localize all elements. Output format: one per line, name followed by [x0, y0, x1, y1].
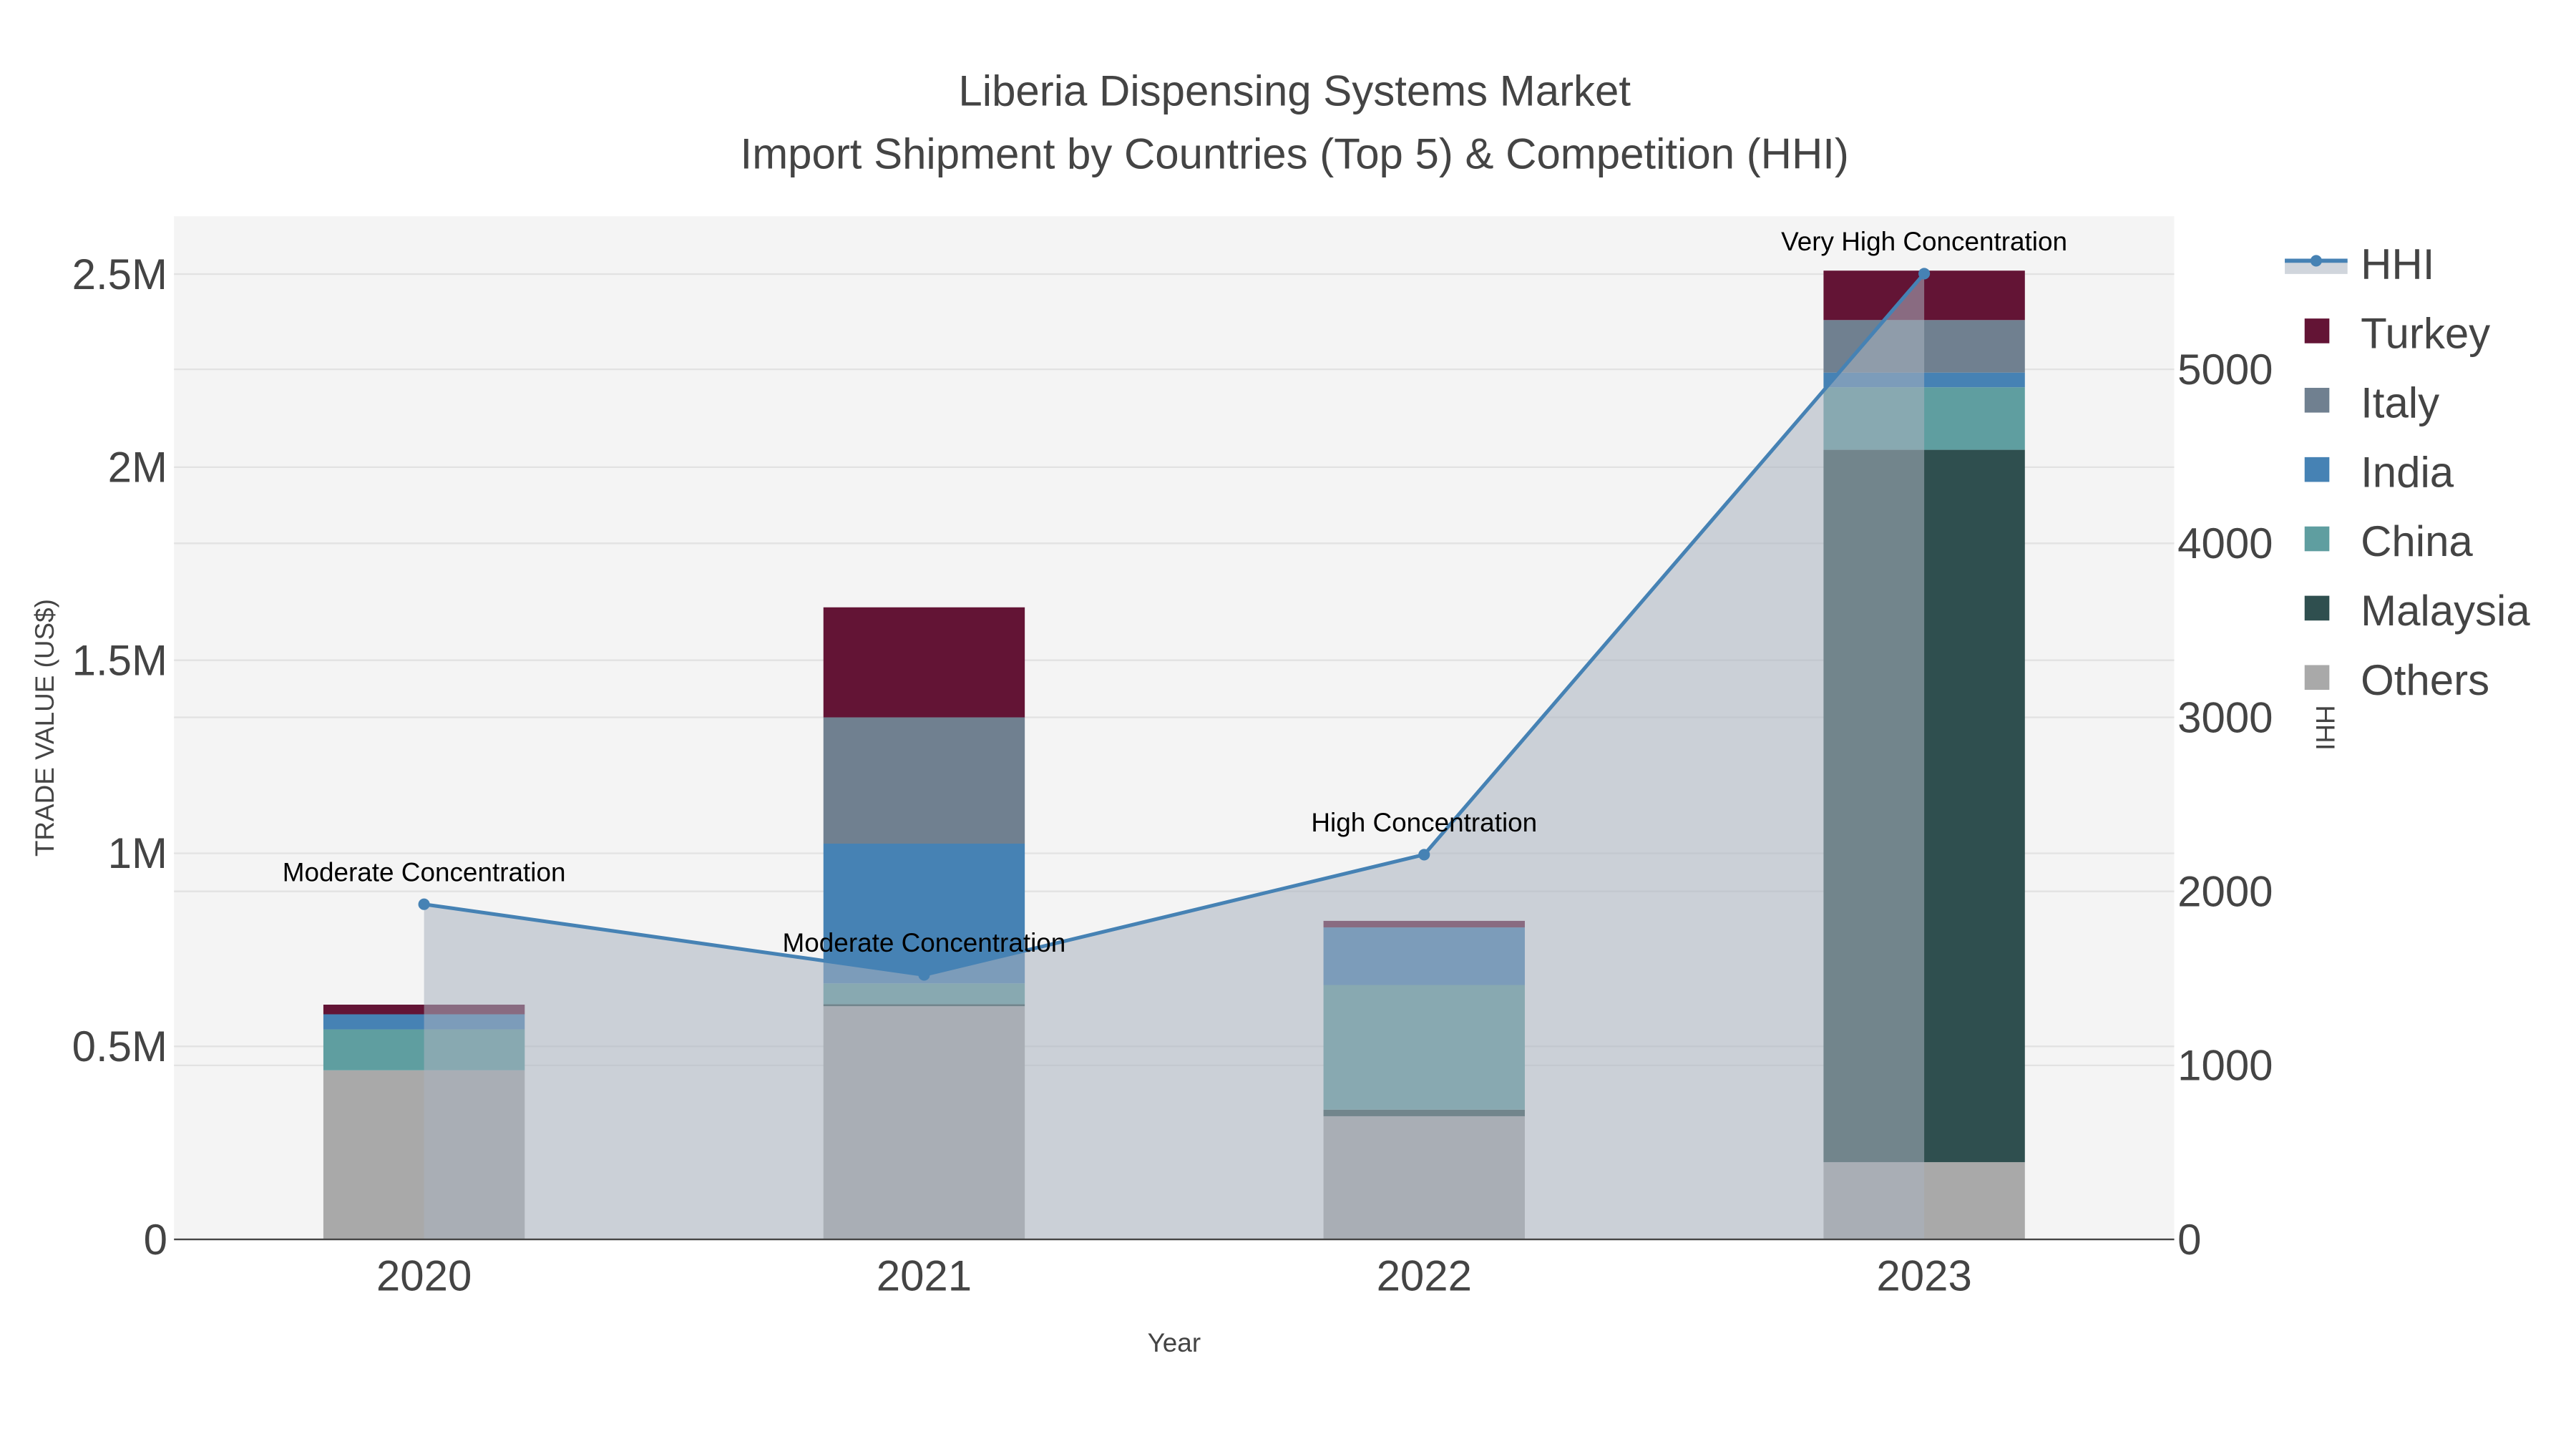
x-axis-title: Year	[1148, 1328, 1201, 1357]
y-tick-label: 0	[144, 1216, 167, 1264]
x-tick-label: 2021	[877, 1252, 972, 1300]
hhi-annotation: High Concentration	[1311, 808, 1537, 837]
hhi-annotation: Moderate Concentration	[283, 857, 566, 887]
y-tick-label: 0.5M	[72, 1023, 167, 1070]
chart-title-line1: Liberia Dispensing Systems Market	[958, 67, 1631, 115]
chart-title-line2: Import Shipment by Countries (Top 5) & C…	[741, 130, 1849, 177]
y2-tick-label: 4000	[2177, 519, 2273, 567]
chart: Moderate Concentration Moderate Concentra…	[1, 0, 2575, 1449]
legend-swatch	[2304, 526, 2330, 552]
y-axis-title: TRADE VALUE (US$)	[30, 599, 59, 857]
hhi-point-2020[interactable]	[418, 898, 430, 910]
legend-label: India	[2361, 448, 2454, 496]
legend-label: Malaysia	[2361, 587, 2530, 635]
legend-swatch	[2304, 318, 2330, 343]
legend-label: HHI	[2361, 240, 2434, 288]
y-tick-label: 2M	[108, 444, 167, 492]
legend-label: China	[2361, 517, 2473, 565]
hhi-annotation: Very High Concentration	[1781, 227, 2067, 256]
legend-label: Italy	[2361, 379, 2439, 427]
y2-tick-label: 5000	[2177, 346, 2273, 394]
legend-swatch	[2304, 387, 2330, 413]
legend-swatch	[2304, 665, 2330, 691]
y-tick-label: 1M	[108, 829, 167, 877]
y-tick-label: 2.5M	[72, 250, 167, 298]
x-tick-label: 2020	[376, 1252, 472, 1300]
y2-tick-label: 1000	[2177, 1042, 2273, 1090]
hhi-point-2022[interactable]	[1418, 849, 1430, 861]
legend-swatch	[2304, 595, 2330, 621]
hhi-point-2021[interactable]	[918, 969, 930, 981]
hhi-point-2023[interactable]	[1918, 268, 1931, 280]
y2-tick-label: 0	[2177, 1216, 2201, 1264]
x-tick-label: 2022	[1377, 1252, 1472, 1300]
y2-tick-label: 2000	[2177, 867, 2273, 915]
legend-swatch	[2304, 457, 2330, 482]
y2-tick-label: 3000	[2177, 693, 2273, 741]
legend-marker	[2310, 255, 2322, 267]
y2-axis-title: HHI	[2311, 705, 2340, 751]
bar-italy-2021[interactable]	[823, 717, 1025, 844]
y-tick-label: 1.5M	[72, 636, 167, 684]
hhi-annotation: Moderate Concentration	[783, 928, 1066, 957]
legend-label: Turkey	[2361, 310, 2490, 358]
bar-turkey-2021[interactable]	[823, 607, 1025, 718]
x-tick-label: 2023	[1876, 1252, 1971, 1300]
legend-label: Others	[2361, 656, 2489, 704]
